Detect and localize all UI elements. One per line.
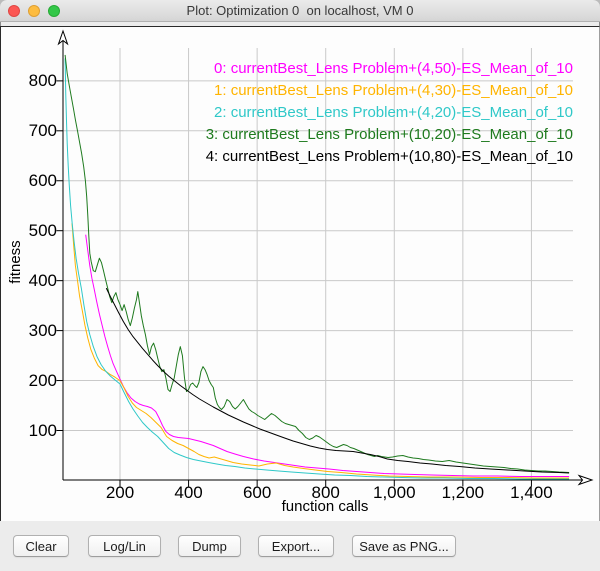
titlebar[interactable]: Plot: Optimization 0 on localhost, VM 0	[0, 0, 600, 22]
y-tick-label: 800	[1, 71, 57, 91]
series-line-1	[72, 223, 569, 478]
plot-window: Plot: Optimization 0 on localhost, VM 0 …	[0, 0, 600, 571]
legend-item: 3: currentBest_Lens Problem+(10,20)-ES_M…	[206, 124, 573, 146]
x-tick-label: 1,400	[491, 483, 571, 503]
y-tick-label: 200	[1, 371, 57, 391]
button-bar: Clear Log/Lin Dump Export... Save as PNG…	[0, 521, 600, 571]
series-line-0	[86, 235, 569, 477]
y-tick-label: 300	[1, 321, 57, 341]
save-png-button[interactable]: Save as PNG...	[352, 535, 456, 557]
legend-item: 1: currentBest_Lens Problem+(4,30)-ES_Me…	[206, 80, 573, 102]
dump-button[interactable]: Dump	[178, 535, 241, 557]
export-button[interactable]: Export...	[258, 535, 334, 557]
y-tick-label: 500	[1, 221, 57, 241]
legend: 0: currentBest_Lens Problem+(4,50)-ES_Me…	[206, 58, 573, 168]
y-tick-label: 600	[1, 171, 57, 191]
legend-item: 2: currentBest_Lens Problem+(4,20)-ES_Me…	[206, 102, 573, 124]
window-title: Plot: Optimization 0 on localhost, VM 0	[0, 0, 600, 22]
y-tick-label: 700	[1, 121, 57, 141]
legend-item: 0: currentBest_Lens Problem+(4,50)-ES_Me…	[206, 58, 573, 80]
legend-item: 4: currentBest_Lens Problem+(10,80)-ES_M…	[206, 146, 573, 168]
loglin-button[interactable]: Log/Lin	[88, 535, 161, 557]
plot-panel: 0: currentBest_Lens Problem+(4,50)-ES_Me…	[0, 26, 600, 522]
y-tick-label: 400	[1, 271, 57, 291]
clear-button[interactable]: Clear	[13, 535, 69, 557]
y-tick-label: 100	[1, 421, 57, 441]
